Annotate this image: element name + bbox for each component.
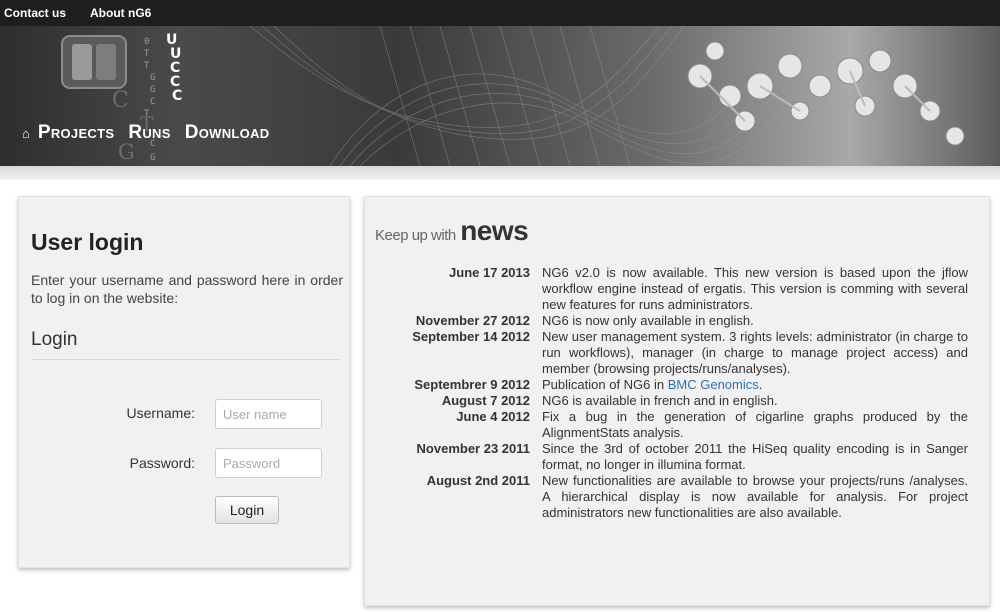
about-ng6-link[interactable]: About nG6 (90, 6, 151, 20)
news-heading: Keep up with news (375, 215, 529, 247)
news-panel: Keep up with news June 17 2013 NG6 v2.0 … (364, 196, 990, 606)
svg-text:0: 0 (144, 37, 149, 47)
nav-download[interactable]: Download (185, 122, 270, 144)
login-button[interactable]: Login (215, 496, 279, 524)
login-description: Enter your username and password here in… (31, 272, 343, 306)
svg-text:T: T (144, 61, 150, 71)
news-item: November 27 2012 NG6 is now only availab… (365, 313, 991, 329)
news-item: November 23 2011 Since the 3rd of octobe… (365, 441, 991, 473)
news-heading-word: news (460, 215, 529, 246)
login-panel: User login Enter your username and passw… (18, 196, 350, 568)
news-date: November 27 2012 (415, 313, 530, 328)
news-text-before: Publication of NG6 in (542, 377, 668, 392)
dna-banner-graphic: 0TT GGC TCG UUC CC (61, 26, 965, 166)
news-item: September 14 2012 New user management sy… (365, 329, 991, 377)
news-item: August 7 2012 NG6 is available in french… (365, 393, 991, 409)
top-bar: Contact us About nG6 (0, 0, 1000, 26)
logo-letter-c: C (112, 88, 129, 113)
svg-text:G: G (150, 153, 155, 163)
news-item: June 17 2013 NG6 v2.0 is now available. … (365, 265, 991, 313)
news-date: August 2nd 2011 (426, 473, 530, 488)
news-text-after: . (758, 377, 763, 392)
news-date: November 23 2011 (416, 441, 530, 456)
news-item: June 4 2012 Fix a bug in the generation … (365, 409, 991, 441)
news-item: August 2nd 2011 New functionalities are … (365, 473, 991, 521)
username-label: Username: (126, 405, 195, 421)
news-text: New user management system. 3 rights lev… (542, 329, 968, 376)
login-title: User login (31, 229, 144, 255)
contact-us-link[interactable]: Contact us (4, 6, 66, 20)
bmc-genomics-link[interactable]: BMC Genomics (668, 377, 759, 392)
news-text: Fix a bug in the generation of cigarline… (542, 409, 968, 440)
news-date: June 4 2012 (456, 409, 530, 424)
news-text: NG6 v2.0 is now available. This new vers… (542, 265, 968, 312)
username-input[interactable] (215, 399, 322, 429)
news-text: NG6 is available in french and in englis… (542, 393, 778, 408)
nav-runs[interactable]: Runs (128, 122, 170, 144)
header-divider (0, 166, 1000, 180)
news-item: Septembrer 9 2012 Publication of NG6 in … (365, 377, 991, 393)
svg-text:T: T (144, 49, 150, 59)
login-divider (31, 359, 341, 360)
ng6-logo-icon (61, 35, 127, 89)
password-input[interactable] (215, 448, 322, 478)
news-text: Publication of NG6 in BMC Genomics. (542, 377, 968, 393)
news-list: June 17 2013 NG6 v2.0 is now available. … (365, 265, 991, 521)
news-text: New functionalities are available to bro… (542, 473, 968, 520)
password-label: Password: (129, 455, 195, 471)
home-icon[interactable]: ⌂ (22, 126, 30, 141)
main-nav: ⌂ Projects Runs Download (22, 122, 283, 144)
news-heading-prefix: Keep up with (375, 227, 456, 244)
news-text: Since the 3rd of october 2011 the HiSeq … (542, 441, 968, 472)
news-text: NG6 is now only available in english. (542, 313, 754, 328)
svg-text:G: G (150, 73, 155, 83)
nav-projects[interactable]: Projects (38, 122, 114, 144)
svg-text:C: C (172, 88, 182, 104)
svg-text:G: G (150, 85, 155, 95)
svg-text:C: C (150, 97, 155, 107)
news-date: Septembrer 9 2012 (414, 377, 530, 392)
news-date: June 17 2013 (449, 265, 530, 280)
news-date: September 14 2012 (412, 329, 530, 344)
login-subtitle: Login (31, 329, 78, 350)
news-date: August 7 2012 (441, 393, 530, 408)
header-banner: 0TT GGC TCG UUC CC C T G ⌂ Projects Runs… (0, 26, 1000, 166)
